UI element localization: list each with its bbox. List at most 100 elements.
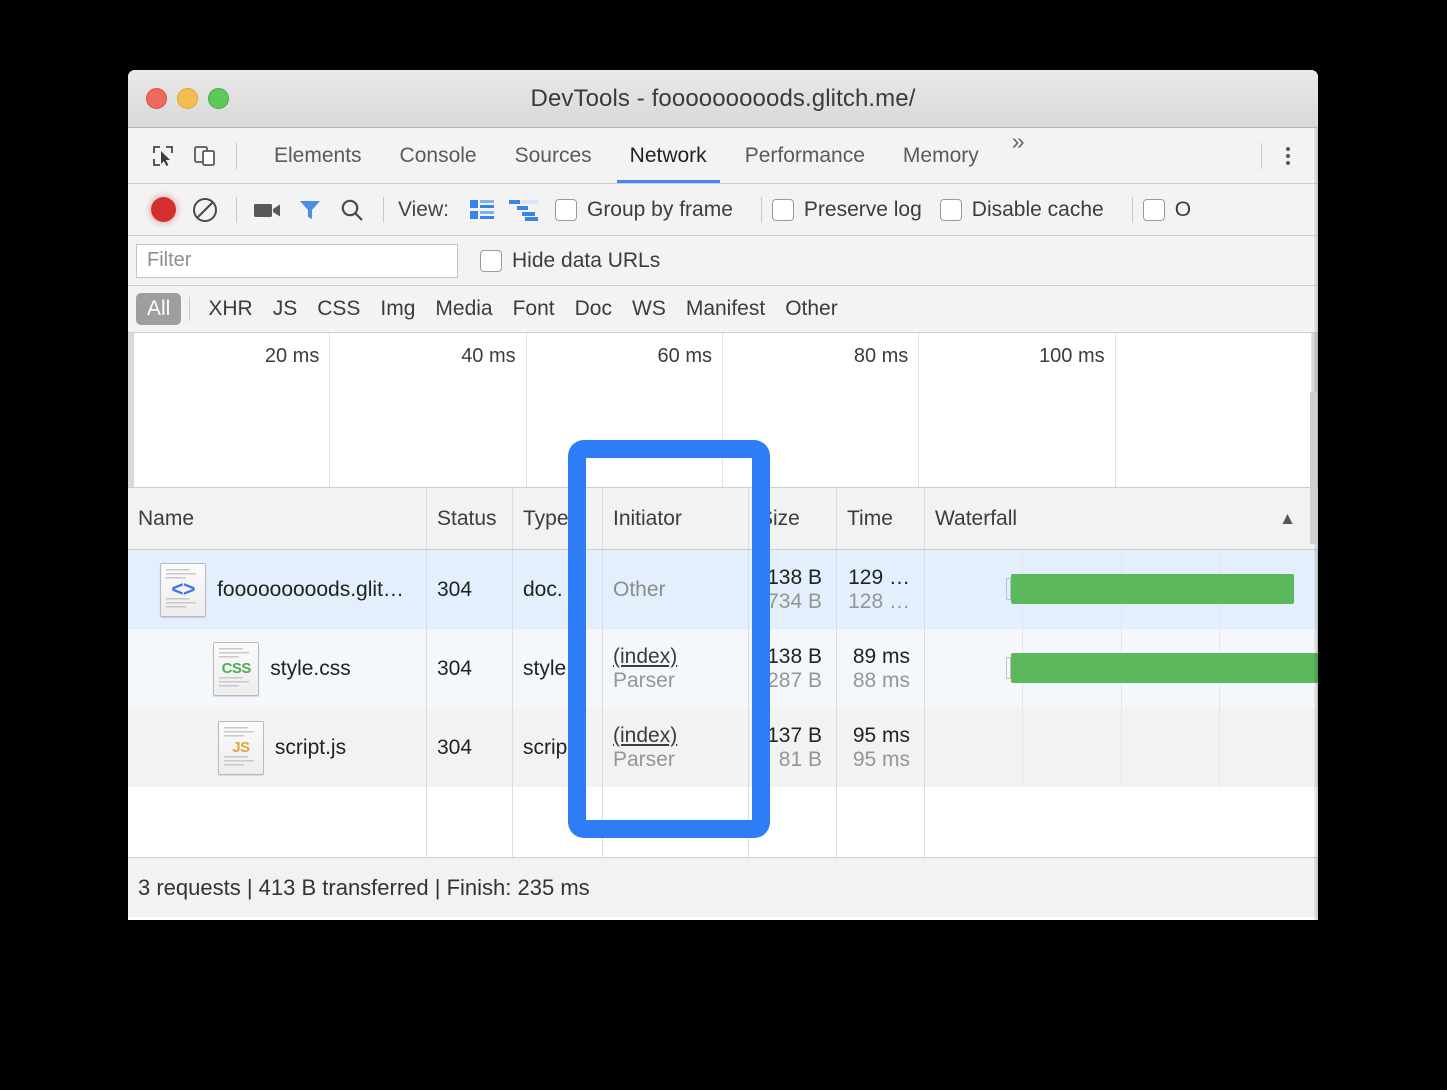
cell-initiator[interactable]: (index) Parser — [603, 629, 749, 708]
column-header-waterfall[interactable]: Waterfall ▲ — [925, 488, 1318, 549]
column-header-initiator[interactable]: Initiator — [603, 488, 749, 549]
network-overview-timeline[interactable]: 20 ms 40 ms 60 ms 80 ms 100 ms — [128, 333, 1318, 488]
inspect-element-icon[interactable] — [142, 135, 184, 177]
initiator-primary: Other — [613, 577, 666, 601]
overview-tick-section: 100 ms — [919, 333, 1116, 487]
js-document-icon: JS — [217, 720, 264, 775]
type-filter-ws[interactable]: WS — [622, 293, 676, 325]
css-document-icon: CSS — [213, 641, 260, 696]
toolbar-divider — [236, 142, 237, 169]
hide-data-urls-checkbox-wrap[interactable]: Hide data URLs — [480, 249, 660, 273]
empty-cell-waterfall — [925, 787, 1318, 857]
offline-checkbox-wrap[interactable]: O — [1142, 198, 1191, 222]
disable-cache-checkbox[interactable] — [939, 198, 962, 221]
tab-performance[interactable]: Performance — [726, 128, 884, 183]
type-filter-font[interactable]: Font — [503, 293, 565, 325]
time-value: 95 ms — [852, 723, 910, 747]
toolbar-divider-3 — [760, 196, 762, 223]
tab-sources[interactable]: Sources — [496, 128, 611, 183]
table-row[interactable]: CSS style.css 304 style… (index) Parser … — [128, 629, 1318, 708]
list-view-icon[interactable] — [461, 189, 503, 231]
type-filter-other[interactable]: Other — [775, 293, 848, 325]
sort-arrow-icon: ▲ — [1279, 508, 1296, 528]
type-filter-all[interactable]: All — [136, 293, 182, 325]
table-row[interactable]: JS script.js 304 scrip… (index) Parser 1… — [128, 708, 1318, 787]
traffic-lights — [128, 88, 229, 109]
disable-cache-checkbox-wrap[interactable]: Disable cache — [939, 198, 1104, 222]
empty-cell-time — [837, 787, 925, 857]
requests-table-header: Name Status Type Initiator Size Time Wat… — [128, 488, 1318, 550]
hide-data-urls-checkbox[interactable] — [480, 249, 502, 272]
request-name: style.css — [270, 656, 351, 680]
initiator-link[interactable]: (index) — [613, 724, 748, 748]
window-title: DevTools - fooooooooods.glitch.me/ — [530, 84, 916, 112]
group-by-frame-checkbox-wrap[interactable]: Group by frame — [554, 198, 733, 222]
view-label: View: — [398, 197, 449, 221]
time-value: 129 … — [848, 565, 910, 589]
filter-input[interactable] — [136, 243, 458, 278]
device-toolbar-icon[interactable] — [184, 135, 226, 177]
cell-initiator[interactable]: (index) Parser — [603, 708, 749, 787]
tab-elements[interactable]: Elements — [255, 128, 381, 183]
column-header-type[interactable]: Type — [513, 488, 603, 549]
empty-cell-name — [128, 787, 427, 857]
overview-tick-label: 60 ms — [657, 345, 712, 367]
close-window-button[interactable] — [146, 88, 167, 109]
cell-status: 304 — [427, 629, 513, 708]
preserve-log-label: Preserve log — [803, 197, 922, 221]
preserve-log-checkbox[interactable] — [771, 198, 794, 221]
column-header-status[interactable]: Status — [427, 488, 513, 549]
initiator-secondary: Parser — [613, 747, 675, 771]
cell-type: scrip… — [513, 708, 603, 787]
initiator-link[interactable]: (index) — [613, 645, 748, 669]
type-filter-css[interactable]: CSS — [307, 293, 370, 325]
overview-tick-section: 40 ms — [330, 333, 527, 487]
tab-memory[interactable]: Memory — [884, 128, 998, 183]
type-filter-img[interactable]: Img — [370, 293, 425, 325]
time-value: 89 ms — [852, 644, 910, 668]
preserve-log-checkbox-wrap[interactable]: Preserve log — [771, 197, 922, 222]
kebab-menu-icon[interactable] — [1272, 146, 1304, 165]
cell-waterfall — [925, 708, 1318, 787]
cell-initiator[interactable]: Other — [603, 550, 749, 629]
column-header-name[interactable]: Name — [128, 488, 427, 549]
size-value: 138 B — [767, 565, 822, 589]
tab-network[interactable]: Network — [611, 128, 726, 183]
more-tabs-chevron-icon[interactable]: » — [998, 128, 1039, 183]
overview-scrollbar[interactable] — [1310, 392, 1317, 544]
screenshot-camera-icon[interactable] — [247, 189, 289, 231]
cell-name[interactable]: JS script.js — [128, 708, 427, 787]
tab-console[interactable]: Console — [381, 128, 496, 183]
table-empty-area — [128, 787, 1318, 857]
cell-type: style… — [513, 629, 603, 708]
search-icon[interactable] — [331, 189, 373, 231]
filter-funnel-icon[interactable] — [289, 189, 331, 231]
size-value: 137 B — [767, 723, 822, 747]
clear-icon[interactable] — [184, 189, 226, 231]
overview-tick-label: 40 ms — [461, 345, 516, 367]
cell-name[interactable]: <> fooooooooods.glit… — [128, 550, 427, 629]
column-header-time[interactable]: Time — [837, 488, 925, 549]
toolbar-divider-2 — [383, 196, 384, 223]
cell-name[interactable]: CSS style.css — [128, 629, 427, 708]
table-row[interactable]: <> fooooooooods.glit… 304 doc. Other 138… — [128, 550, 1318, 629]
empty-cell-size — [749, 787, 837, 857]
zoom-window-button[interactable] — [208, 88, 229, 109]
column-header-size[interactable]: Size — [749, 488, 837, 549]
group-by-frame-checkbox[interactable] — [554, 198, 577, 221]
record-button[interactable] — [142, 189, 184, 231]
filter-bar: Hide data URLs — [128, 236, 1318, 286]
waterfall-view-icon[interactable] — [503, 189, 545, 231]
html-document-icon: <> — [160, 562, 207, 617]
type-filter-js[interactable]: JS — [263, 293, 308, 325]
offline-checkbox[interactable] — [1142, 198, 1165, 221]
cell-status: 304 — [427, 550, 513, 629]
minimize-window-button[interactable] — [177, 88, 198, 109]
type-filter-doc[interactable]: Doc — [565, 293, 622, 325]
overview-tick-section: 60 ms — [527, 333, 723, 487]
cell-status: 304 — [427, 708, 513, 787]
type-filter-xhr[interactable]: XHR — [198, 293, 262, 325]
hide-data-urls-label: Hide data URLs — [512, 248, 661, 272]
type-filter-media[interactable]: Media — [425, 293, 502, 325]
type-filter-manifest[interactable]: Manifest — [676, 293, 775, 325]
